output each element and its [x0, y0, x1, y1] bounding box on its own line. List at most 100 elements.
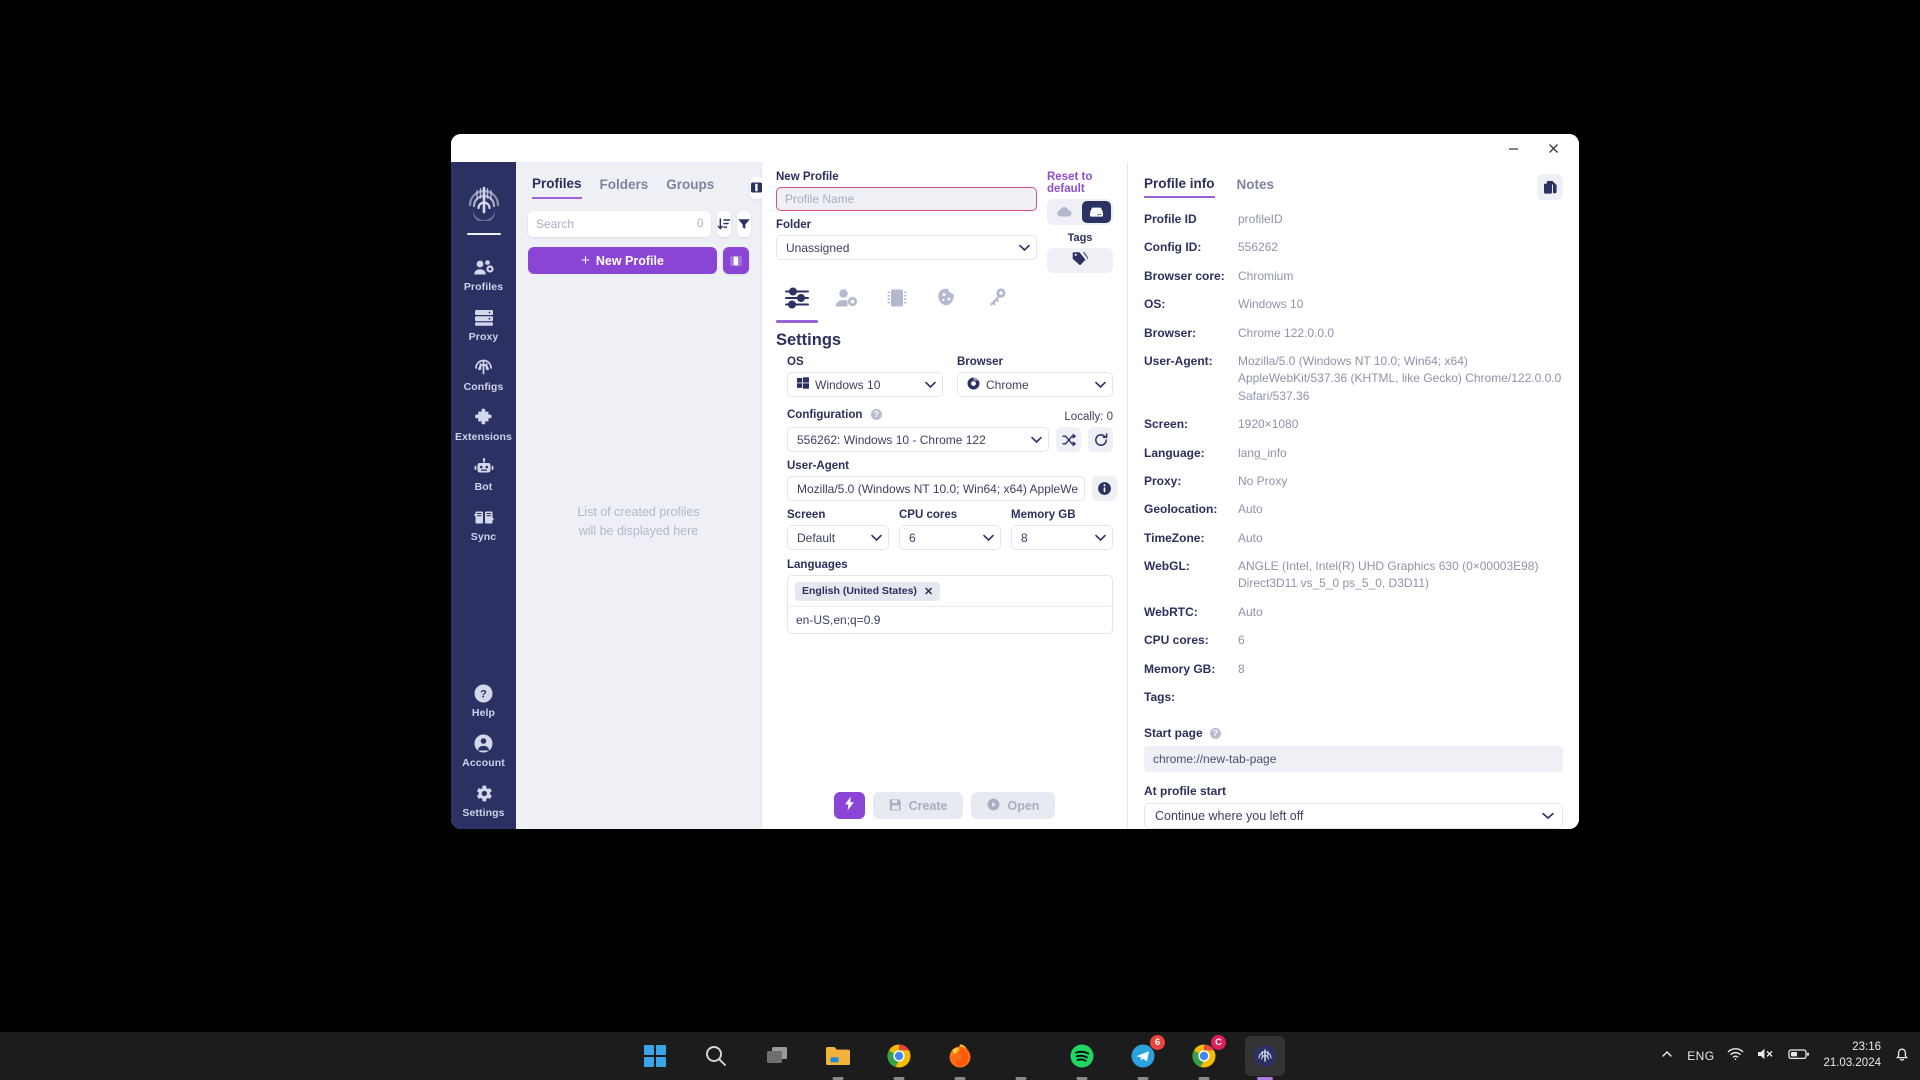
taskbar-clock[interactable]: 23:16 21.03.2024: [1823, 1040, 1881, 1071]
sidebar-item-proxy[interactable]: Proxy: [451, 299, 516, 349]
memory-select[interactable]: 8: [1011, 525, 1113, 550]
tab-hardware-settings[interactable]: [876, 287, 918, 323]
tab-notes[interactable]: Notes: [1237, 177, 1275, 197]
spotify-icon[interactable]: [1062, 1036, 1102, 1080]
tab-folders[interactable]: Folders: [600, 177, 649, 198]
file-explorer-icon[interactable]: [818, 1036, 858, 1080]
profile-section-tabs: [776, 287, 1113, 323]
local-storage-icon[interactable]: [1081, 201, 1111, 223]
save-disk-icon: [889, 798, 902, 814]
help-icon[interactable]: ?: [870, 408, 882, 420]
configuration-select[interactable]: 556262: Windows 10 - Chrome 122: [787, 427, 1049, 452]
tab-general-settings[interactable]: [776, 287, 818, 323]
firefox-icon[interactable]: [940, 1036, 980, 1080]
memory-group: Memory GB 8: [1011, 509, 1113, 550]
info-row: Language: lang_info: [1144, 445, 1563, 462]
chrome-logo-icon: [967, 377, 980, 393]
info-row: Memory GB: 8: [1144, 661, 1563, 678]
create-button[interactable]: Create: [872, 792, 964, 819]
language-chip-label: English (United States): [802, 585, 917, 597]
screen-label: Screen: [787, 509, 826, 521]
sidebar-item-profiles[interactable]: Profiles: [451, 249, 516, 299]
octo-browser-icon[interactable]: [1245, 1036, 1285, 1080]
start-page-label-wrap: Start page ?: [1144, 726, 1563, 740]
copy-icon[interactable]: [1537, 174, 1563, 200]
chevron-down-icon: [925, 378, 936, 392]
close-icon[interactable]: ✕: [924, 585, 933, 598]
sidebar-item-label: Bot: [474, 481, 493, 493]
help-icon[interactable]: ?: [1210, 727, 1222, 739]
user-circle-icon: [473, 732, 494, 754]
battery-icon[interactable]: [1788, 1047, 1810, 1066]
info-key: Screen:: [1144, 417, 1189, 432]
task-view-icon[interactable]: [757, 1036, 797, 1076]
chevron-up-icon[interactable]: [1660, 1047, 1674, 1066]
info-icon[interactable]: [1092, 476, 1118, 501]
search-icon[interactable]: [696, 1036, 736, 1076]
start-page-value[interactable]: chrome://new-tab-page: [1144, 746, 1563, 773]
sidebar-item-configs[interactable]: Configs: [451, 349, 516, 399]
tab-groups[interactable]: Groups: [666, 177, 714, 198]
user-agent-field[interactable]: Mozilla/5.0 (Windows NT 10.0; Win64; x64…: [787, 476, 1086, 501]
close-button[interactable]: [1533, 135, 1573, 161]
panel-toggle-icon[interactable]: [723, 247, 749, 274]
memory-value: 8: [1021, 530, 1028, 545]
cloud-icon[interactable]: [1049, 201, 1080, 223]
profile-name-field[interactable]: [776, 187, 1037, 211]
telegram-icon[interactable]: 6: [1123, 1035, 1165, 1080]
start-button-icon[interactable]: [635, 1036, 675, 1076]
at-profile-start-value: Continue where you left off: [1155, 809, 1304, 824]
chevron-down-icon: [1095, 531, 1106, 545]
profiles-empty-state: List of created profiles will be display…: [528, 274, 749, 829]
folder-select[interactable]: Unassigned: [776, 235, 1037, 260]
tab-underline: [826, 320, 868, 323]
tab-cookies[interactable]: [926, 287, 968, 323]
sidebar-item-label: Sync: [470, 531, 497, 543]
sidebar-item-sync[interactable]: Sync: [451, 499, 516, 549]
tab-passwords[interactable]: [976, 287, 1018, 323]
new-profile-button[interactable]: + New Profile: [528, 247, 717, 274]
sort-descending-icon[interactable]: [717, 211, 732, 237]
chrome-canary-icon[interactable]: C: [1184, 1035, 1226, 1080]
sidebar-item-label: Extensions: [454, 431, 513, 443]
volume-muted-icon[interactable]: [1757, 1047, 1775, 1066]
tab-user-settings[interactable]: [826, 287, 868, 323]
search-box[interactable]: 0: [528, 211, 712, 237]
shuffle-icon[interactable]: [1056, 427, 1081, 452]
new-profile-row: + New Profile: [528, 247, 749, 274]
screen-select[interactable]: Default: [787, 525, 889, 550]
bell-icon[interactable]: [1894, 1046, 1910, 1067]
browser-select[interactable]: Chrome: [957, 372, 1113, 397]
filter-icon[interactable]: [737, 211, 752, 237]
cpu-select[interactable]: 6: [899, 525, 1001, 550]
sidebar-item-bot[interactable]: Bot: [451, 449, 516, 499]
input-language[interactable]: ENG: [1687, 1049, 1714, 1063]
refresh-icon[interactable]: [1088, 427, 1113, 452]
chrome-icon[interactable]: [879, 1036, 919, 1080]
tab-profile-info[interactable]: Profile info: [1144, 176, 1215, 198]
os-select[interactable]: Windows 10: [787, 372, 943, 397]
quick-action-button[interactable]: [833, 792, 865, 819]
profile-name-input[interactable]: [785, 192, 1028, 206]
open-button[interactable]: Open: [971, 792, 1056, 819]
search-input[interactable]: [536, 217, 691, 231]
screen-value: Default: [797, 530, 836, 545]
sidebar-item-help[interactable]: ? Help: [451, 675, 516, 725]
reset-to-default-link[interactable]: Reset to default: [1047, 171, 1113, 195]
sidebar-item-extensions[interactable]: Extensions: [451, 399, 516, 449]
key-icon: [984, 287, 1010, 314]
sidebar-item-settings[interactable]: Settings: [451, 775, 516, 829]
language-chip[interactable]: English (United States) ✕: [795, 581, 941, 601]
info-row: WebRTC: Auto: [1144, 604, 1563, 621]
minimize-button[interactable]: [1493, 135, 1533, 161]
tab-profiles[interactable]: Profiles: [532, 176, 582, 199]
sidebar-item-account[interactable]: Account: [451, 725, 516, 775]
unknown-app-icon[interactable]: [1001, 1036, 1041, 1080]
notification-badge: 6: [1150, 1035, 1165, 1050]
at-profile-start-select[interactable]: Continue where you left off: [1144, 803, 1563, 829]
wifi-icon[interactable]: [1727, 1047, 1744, 1066]
proxy-server-icon: [473, 306, 495, 328]
tags-button[interactable]: [1047, 248, 1113, 273]
accept-language-value[interactable]: en-US,en;q=0.9: [788, 605, 1112, 633]
browser-label: Browser: [957, 356, 1004, 368]
